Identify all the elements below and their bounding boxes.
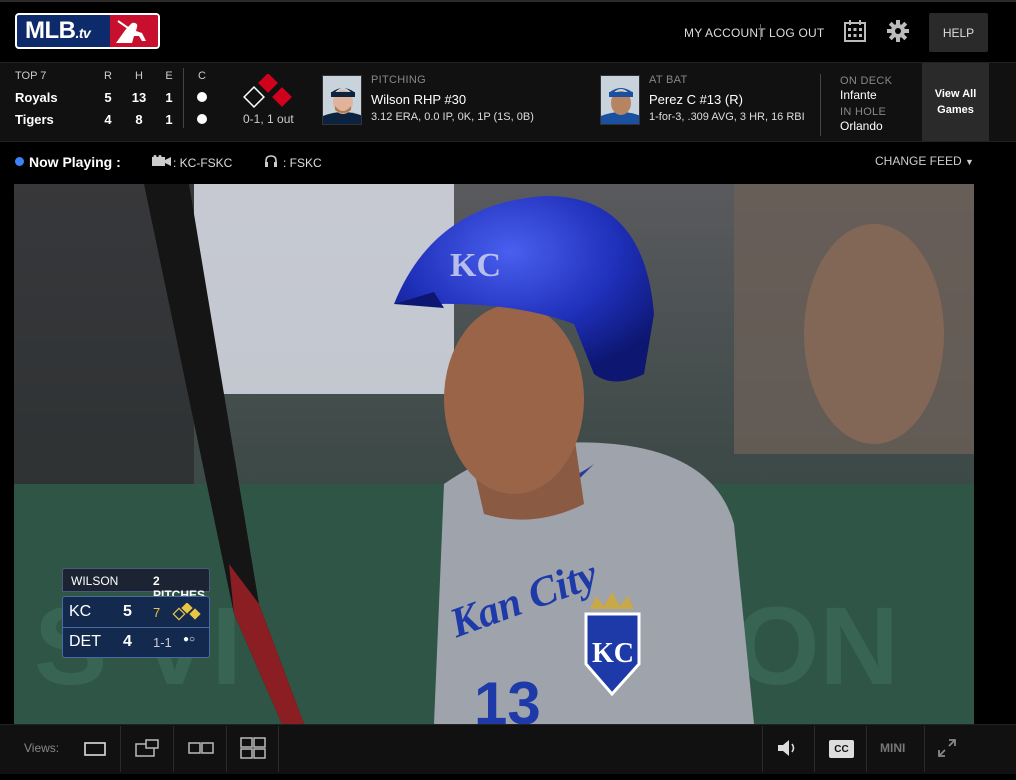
svg-text:KC: KC [450,247,501,284]
at-bat-label: AT BAT [649,74,688,86]
volume-icon[interactable] [776,739,800,757]
bug-outs-indicator: ●○ [183,634,196,645]
views-separator [120,726,121,772]
view-all-games-button[interactable]: View All Games [922,63,989,141]
score-bug-overlay: WILSON 2 PITCHES KC 5 7 DET 4 1-1 ●○ [62,568,210,662]
pitching-label: PITCHING [371,74,426,86]
bug-away-score: 5 [123,603,132,620]
home-challenge-dot [197,114,207,124]
my-account-link[interactable]: MY ACCOUNT [684,26,766,40]
single-view-icon[interactable] [84,742,106,756]
views-separator [173,726,174,772]
pitcher-stats: 3.12 ERA, 0.0 IP, 0K, 1P (1S, 0B) [371,111,534,123]
third-base [243,86,265,108]
bug-count: 1-1 [153,635,172,650]
away-team-name: Royals [15,90,58,105]
bug-home-row: DET 4 1-1 ●○ [63,627,209,657]
fullscreen-icon[interactable] [938,739,956,757]
second-base [258,74,278,93]
away-hits: 13 [131,90,147,105]
home-hits: 8 [135,112,143,127]
quad-view-icon[interactable] [240,737,266,759]
log-out-link[interactable]: LOG OUT [769,26,824,40]
view-all-line2: Games [937,104,974,116]
home-errors: 1 [165,112,173,127]
now-playing-label: Now Playing : [29,154,121,170]
bug-bases-icon [172,603,201,621]
scoreboard-divider [183,68,184,128]
batter-name[interactable]: Perez C #13 (R) [649,92,743,107]
gear-icon[interactable] [886,19,910,43]
controls-separator [924,726,925,772]
pitcher-name[interactable]: Wilson RHP #30 [371,92,466,107]
in-hole-name[interactable]: Orlando [840,119,883,133]
bug-home-abbr: DET [69,633,101,650]
bug-away-row: KC 5 7 [63,597,209,627]
hits-header: H [135,70,143,82]
away-runs: 5 [104,90,112,105]
svg-text:ON: ON [734,585,899,708]
picture-in-picture-view-icon[interactable] [135,739,159,757]
header: MLB.tv MY ACCOUNT LOG OUT HELP [0,0,1016,62]
inning-label: TOP 7 [15,70,47,82]
controls-separator [814,726,815,772]
home-runs: 4 [104,112,112,127]
score-bug-pitcher-row: WILSON 2 PITCHES [62,568,210,602]
help-button[interactable]: HELP [929,13,988,52]
nav-separator [760,24,761,40]
in-hole-label: IN HOLE [840,106,887,118]
bug-pitcher-name: WILSON [71,574,119,588]
calendar-icon[interactable] [843,19,867,43]
svg-text:13: 13 [474,670,541,724]
views-separator [226,726,227,772]
on-deck-label: ON DECK [840,75,893,87]
caret-down-icon: ▼ [965,157,974,167]
mlb-tv-logo[interactable]: MLB.tv [15,13,160,49]
batter-headshot [600,75,640,125]
batter-stats: 1-for-3, .309 AVG, 3 HR, 16 RBI [649,111,805,123]
logo-suffix-text: .tv [75,25,91,41]
batter-silhouette-icon [116,20,146,43]
audio-feed-name[interactable]: : FSKC [283,156,322,170]
away-errors: 1 [165,90,173,105]
pitcher-headshot [322,75,362,125]
change-feed-label: CHANGE FEED [875,154,962,168]
views-label: Views: [24,741,60,755]
mini-player-button[interactable]: MINI [880,741,905,755]
balls-strikes-outs: 0-1, 1 out [243,112,294,126]
bug-home-score: 4 [123,633,132,650]
errors-header: E [165,70,173,82]
home-team-name: Tigers [15,112,54,127]
bug-away-abbr: KC [69,603,92,620]
change-feed-dropdown[interactable]: CHANGE FEED ▼ [875,154,974,168]
challenges-header: C [198,70,206,82]
first-base [272,87,292,107]
controls-separator [762,726,763,772]
live-indicator-dot [15,157,24,166]
svg-text:KC: KC [592,638,634,669]
headphones-icon [265,155,277,167]
runs-header: R [104,70,112,82]
on-deck-name[interactable]: Infante [840,88,877,102]
away-challenge-dot [197,92,207,102]
bug-inning-number: 7 [153,605,161,620]
video-feed-name[interactable]: : KC-FSKC [173,156,232,170]
closed-captions-button[interactable]: CC [829,740,854,758]
views-separator [278,726,279,772]
video-camera-icon [152,155,171,166]
base-runners-diamond [243,74,292,108]
controls-separator [866,726,867,772]
side-by-side-view-icon[interactable] [188,742,214,754]
view-all-line1: View All [934,88,977,100]
on-deck-divider [820,74,821,136]
logo-main-text: MLB [25,17,76,44]
score-bug-scores: KC 5 7 DET 4 1-1 ●○ [62,596,210,658]
